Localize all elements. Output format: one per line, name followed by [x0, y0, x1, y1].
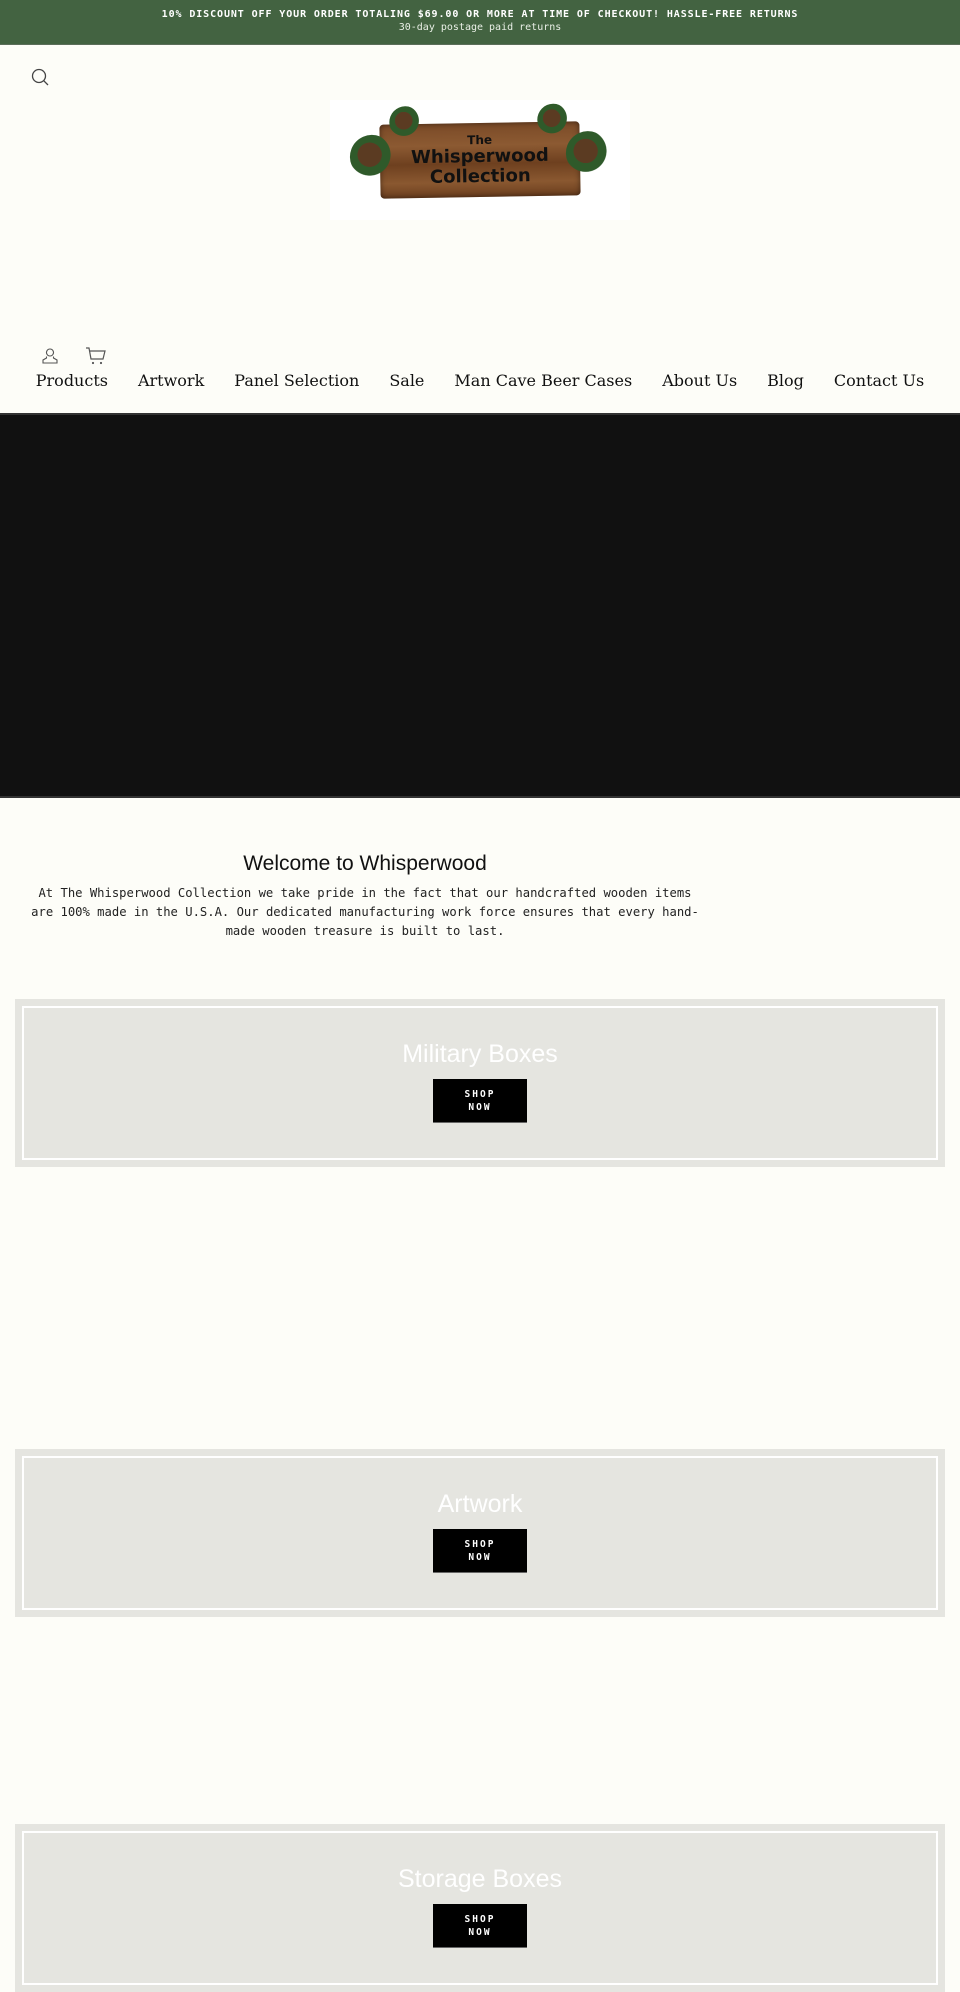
collection-title: Military Boxes — [402, 1040, 558, 1068]
announcement-headline: 10% DISCOUNT OFF YOUR ORDER TOTALING $69… — [161, 9, 799, 20]
cart-button[interactable] — [84, 345, 108, 367]
announcement-subline: 30-day postage paid returns — [398, 22, 562, 33]
account-icon — [42, 348, 58, 364]
hero-banner — [0, 413, 960, 798]
nav-item-man-cave-beer-cases[interactable]: Man Cave Beer Cases — [439, 370, 647, 392]
shop-now-button[interactable]: SHOP NOW — [433, 1904, 527, 1948]
collection-card-military-boxes[interactable]: Military Boxes SHOP NOW — [15, 999, 945, 1167]
pinecone-icon — [349, 134, 395, 180]
search-icon — [31, 68, 49, 86]
nav-item-blog[interactable]: Blog — [752, 370, 819, 392]
collection-card-frame: Storage Boxes SHOP NOW — [22, 1831, 938, 1985]
pinecone-icon — [537, 103, 570, 136]
collection-card-storage-boxes[interactable]: Storage Boxes SHOP NOW — [15, 1824, 945, 1992]
account-button[interactable] — [38, 345, 62, 367]
pinecone-icon — [565, 130, 611, 176]
collection-card-frame: Military Boxes SHOP NOW — [22, 1006, 938, 1160]
nav-item-sale[interactable]: Sale — [374, 370, 439, 392]
logo-text-line3: Collection — [429, 165, 531, 188]
nav-item-panel-selection[interactable]: Panel Selection — [219, 370, 374, 392]
intro-title: Welcome to Whisperwood — [243, 852, 487, 875]
main-nav: Products Artwork Panel Selection Sale Ma… — [0, 370, 960, 392]
intro-section: Welcome to Whisperwood At The Whisperwoo… — [0, 798, 730, 941]
header-icons — [38, 345, 108, 367]
logo-wood-sign: The Whisperwood Collection — [349, 103, 611, 199]
collection-card-frame: Artwork SHOP NOW — [22, 1456, 938, 1610]
collection-card-artwork[interactable]: Artwork SHOP NOW — [15, 1449, 945, 1617]
nav-item-products[interactable]: Products — [21, 370, 123, 392]
nav-item-artwork[interactable]: Artwork — [123, 370, 219, 392]
shop-now-button[interactable]: SHOP NOW — [433, 1079, 527, 1123]
site-logo[interactable]: The Whisperwood Collection — [330, 100, 630, 220]
shop-now-button[interactable]: SHOP NOW — [433, 1529, 527, 1573]
collection-title: Artwork — [437, 1490, 523, 1518]
announcement-bar: 10% DISCOUNT OFF YOUR ORDER TOTALING $69… — [0, 0, 960, 45]
pinecone-icon — [389, 106, 422, 139]
collection-title: Storage Boxes — [398, 1865, 562, 1893]
cart-icon — [86, 347, 106, 365]
nav-item-about-us[interactable]: About Us — [647, 370, 752, 392]
search-button[interactable] — [30, 67, 52, 89]
nav-item-contact-us[interactable]: Contact Us — [819, 370, 939, 392]
intro-body: At The Whisperwood Collection we take pr… — [31, 886, 699, 938]
site-header: The Whisperwood Collection Products Artw… — [0, 45, 960, 413]
